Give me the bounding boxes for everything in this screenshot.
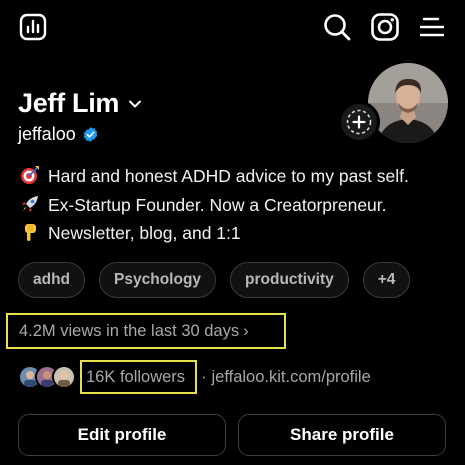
share-profile-button[interactable]: Share profile <box>238 414 446 456</box>
insights-icon[interactable] <box>18 12 48 42</box>
handle-row: jeffaloo <box>18 124 99 145</box>
search-icon[interactable] <box>322 12 352 42</box>
edit-profile-button[interactable]: Edit profile <box>18 414 226 456</box>
more-tags-chip[interactable]: +4 <box>362 262 411 298</box>
rocket-icon <box>22 195 38 212</box>
profile-bio: Hard and honest ADHD advice to my past s… <box>20 162 409 248</box>
instagram-icon[interactable] <box>370 12 400 42</box>
profile-name: Jeff Lim <box>18 88 120 118</box>
tag-chip[interactable]: productivity <box>230 262 349 298</box>
separator-dot: · <box>201 367 207 386</box>
views-text: 4.2M views in the last 30 days <box>19 321 240 340</box>
profile-link[interactable]: jeffaloo.kit.com/profile <box>212 368 371 387</box>
profile-handle: jeffaloo <box>18 124 76 144</box>
followers-count[interactable]: 16K followers <box>80 360 197 394</box>
bio-line: Ex-Startup Founder. Now a Creatorpreneur… <box>20 191 409 220</box>
target-icon <box>21 166 39 184</box>
add-story-button[interactable] <box>338 101 380 143</box>
verified-badge-icon <box>82 126 99 143</box>
bio-line: Hard and honest ADHD advice to my past s… <box>20 162 409 191</box>
pointing-down-icon <box>25 224 36 241</box>
followers-row: 16K followers · jeffaloo.kit.com/profile <box>18 360 371 394</box>
bio-line: Newsletter, blog, and 1:1 <box>20 219 409 248</box>
tag-chip[interactable]: adhd <box>18 262 86 298</box>
account-switcher[interactable]: Jeff Lim <box>18 88 143 119</box>
views-insights-link[interactable]: 4.2M views in the last 30 days › <box>6 313 286 349</box>
tag-chip[interactable]: Psychology <box>99 262 217 298</box>
follower-avatar <box>52 365 76 389</box>
chevron-down-icon[interactable] <box>127 96 143 112</box>
interest-tags: adhd Psychology productivity +4 <box>18 262 411 298</box>
follower-avatars <box>18 365 76 389</box>
chevron-right-icon: › <box>243 321 249 340</box>
profile-avatar[interactable] <box>368 63 448 143</box>
menu-icon[interactable] <box>418 12 448 42</box>
